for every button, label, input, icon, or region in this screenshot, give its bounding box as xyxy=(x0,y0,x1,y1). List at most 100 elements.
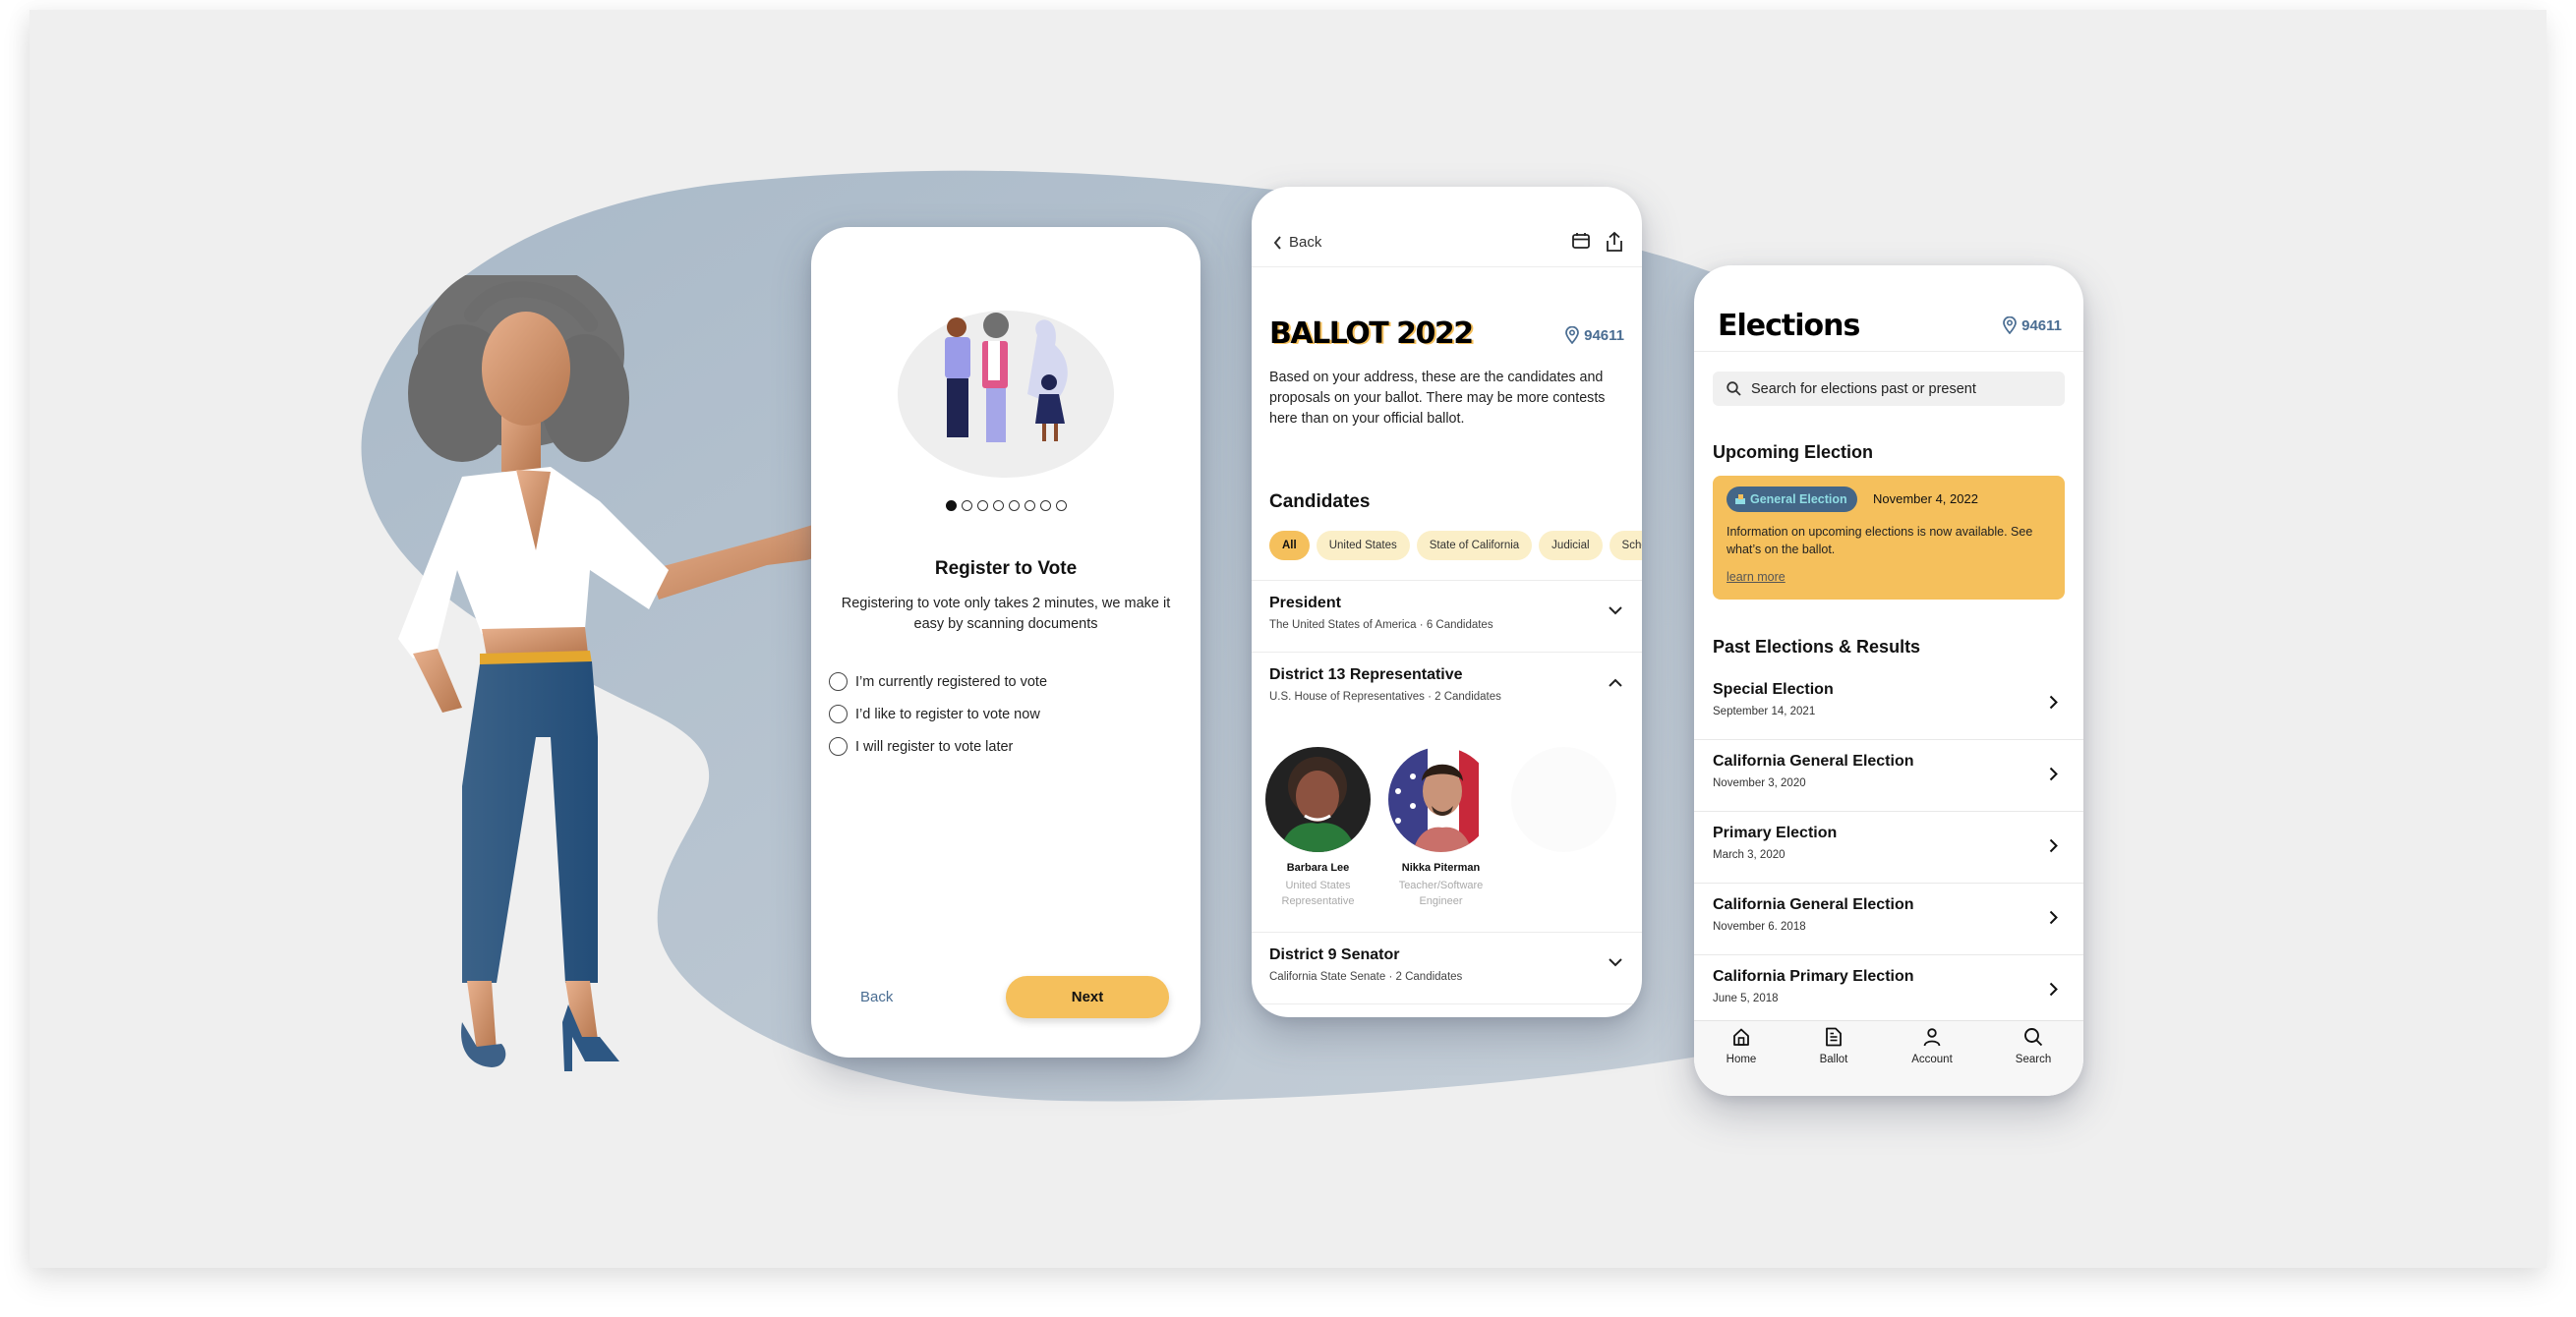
home-icon xyxy=(1733,1028,1749,1046)
register-title: Register to Vote xyxy=(934,558,1078,579)
election-title: Primary Election xyxy=(1713,825,1838,841)
past-election-row[interactable]: Special Election September 14, 2021 xyxy=(1694,668,2083,740)
past-election-row[interactable]: California General Election November 3, … xyxy=(1694,740,2083,812)
woman-illustration xyxy=(398,275,849,1071)
chevron-right-icon xyxy=(2049,767,2058,781)
carousel-dot[interactable] xyxy=(1008,500,1020,511)
elections-title: Elections xyxy=(1718,309,1860,343)
past-elections-list: Special Election September 14, 2021 Cali… xyxy=(1694,668,2083,1027)
past-election-row[interactable]: Primary Election March 3, 2020 xyxy=(1694,812,2083,884)
calendar-icon[interactable] xyxy=(1571,231,1591,251)
filter-chip-united-states[interactable]: United States xyxy=(1316,531,1410,560)
filter-chip-school[interactable]: School xyxy=(1609,531,1642,560)
candidate-card[interactable]: Nikka Piterman Teacher/Software Engineer xyxy=(1384,747,1497,909)
contest-subtitle: The United States of America · 6 Candida… xyxy=(1269,619,1493,631)
contest-row-divider xyxy=(1252,1003,1642,1017)
carousel-dot[interactable] xyxy=(1055,500,1067,511)
elections-header: Elections 94611 xyxy=(1694,265,2083,352)
tab-account[interactable]: Account xyxy=(1893,1027,1971,1065)
register-phone-screen: Register to Vote Registering to vote onl… xyxy=(811,227,1200,1058)
tab-ballot[interactable]: Ballot xyxy=(1794,1027,1873,1065)
election-date: November 3, 2020 xyxy=(1713,777,1806,789)
filter-chip-all[interactable]: All xyxy=(1269,531,1310,560)
upcoming-election-date: November 4, 2022 xyxy=(1873,491,1978,506)
election-search-field[interactable] xyxy=(1713,372,2065,406)
carousel-dot[interactable] xyxy=(992,500,1004,511)
back-link[interactable]: Back xyxy=(1273,234,1321,251)
back-button[interactable]: Back xyxy=(860,989,893,1005)
election-type-badge: General Election xyxy=(1727,487,1857,512)
contest-title: District 13 Representative xyxy=(1269,666,1463,683)
candidate-name: Barbara Lee xyxy=(1286,862,1350,874)
radio-label: I will register to vote later xyxy=(855,738,1014,755)
candidate-carousel: Barbara Lee United States Representative… xyxy=(1261,747,1620,909)
tab-home[interactable]: Home xyxy=(1702,1027,1781,1065)
past-elections-heading: Past Elections & Results xyxy=(1713,637,1921,657)
carousel-dot[interactable] xyxy=(945,500,957,511)
contest-row-district-9[interactable]: District 9 Senator California State Sena… xyxy=(1252,932,1642,1003)
election-date: September 14, 2021 xyxy=(1713,706,1816,717)
past-election-row[interactable]: California Primary Election June 5, 2018 xyxy=(1694,955,2083,1027)
carousel-dot[interactable] xyxy=(976,500,988,511)
back-label: Back xyxy=(1289,234,1322,251)
candidates-heading: Candidates xyxy=(1269,491,1371,512)
share-icon[interactable] xyxy=(1605,231,1624,253)
chevron-down-icon xyxy=(1609,958,1622,967)
carousel-dot[interactable] xyxy=(1039,500,1051,511)
radio-label: I’d like to register to vote now xyxy=(855,706,1040,722)
person-icon xyxy=(1923,1028,1941,1047)
radio-button[interactable] xyxy=(829,672,848,691)
registration-status-options: I’m currently registered to vote I’d lik… xyxy=(829,672,1047,756)
upcoming-election-text: Information on upcoming elections is now… xyxy=(1727,525,2033,556)
carousel-dots xyxy=(811,500,1200,511)
contest-title: President xyxy=(1269,595,1341,611)
carousel-dot[interactable] xyxy=(961,500,972,511)
location-pin-icon xyxy=(1565,326,1579,344)
election-title: California General Election xyxy=(1713,896,1914,913)
chevron-right-icon xyxy=(2049,838,2058,853)
chevron-right-icon xyxy=(2049,695,2058,710)
radio-button[interactable] xyxy=(829,737,848,756)
tab-label: Search xyxy=(2015,1054,2052,1065)
chevron-left-icon xyxy=(1273,235,1281,250)
register-subtitle: Registering to vote only takes 2 minutes… xyxy=(841,596,1171,632)
search-icon xyxy=(1727,381,1741,396)
radio-option-register-later[interactable]: I will register to vote later xyxy=(829,737,1047,756)
candidate-avatar xyxy=(1511,747,1616,852)
carousel-dot[interactable] xyxy=(1024,500,1035,511)
past-election-row[interactable]: California General Election November 6. … xyxy=(1694,884,2083,955)
candidate-card[interactable]: Barbara Lee United States Representative xyxy=(1261,747,1375,909)
radio-button[interactable] xyxy=(829,705,848,723)
candidate-role: United States Representative xyxy=(1281,880,1355,907)
chevron-down-icon xyxy=(1609,606,1622,615)
contest-subtitle: California State Senate · 2 Candidates xyxy=(1269,971,1463,983)
zip-code-location[interactable]: 94611 xyxy=(2002,316,2062,334)
filter-chip-judicial[interactable]: Judicial xyxy=(1539,531,1603,560)
election-title: Special Election xyxy=(1713,681,1834,698)
contest-row-district-13[interactable]: District 13 Representative U.S. House of… xyxy=(1252,652,1642,723)
upcoming-election-card[interactable]: General Election November 4, 2022 Inform… xyxy=(1713,476,2065,600)
zip-code: 94611 xyxy=(1584,326,1624,344)
candidate-avatar xyxy=(1388,747,1493,852)
tab-search[interactable]: Search xyxy=(1994,1027,2073,1065)
election-title: California Primary Election xyxy=(1713,968,1914,985)
learn-more-link[interactable]: learn more xyxy=(1727,570,1786,584)
ballot-box-icon xyxy=(1735,494,1745,504)
filter-chip-state-of-california[interactable]: State of California xyxy=(1416,531,1533,560)
next-button[interactable]: Next xyxy=(1006,976,1169,1018)
election-title: California General Election xyxy=(1713,753,1914,770)
search-input[interactable] xyxy=(1751,380,2046,397)
filter-chips: All United States State of California Ju… xyxy=(1269,531,1642,560)
bottom-tab-bar: Home Ballot Account Search xyxy=(1694,1020,2083,1096)
search-icon xyxy=(2024,1028,2043,1047)
zip-code-location[interactable]: 94611 xyxy=(1564,326,1624,344)
contest-row-president[interactable]: President The United States of America ·… xyxy=(1252,580,1642,652)
radio-option-register-now[interactable]: I’d like to register to vote now xyxy=(829,705,1047,723)
radio-option-registered[interactable]: I’m currently registered to vote xyxy=(829,672,1047,691)
candidate-name: Nikka Piterman xyxy=(1401,862,1481,874)
election-date: June 5, 2018 xyxy=(1713,993,1779,1004)
contest-title: District 9 Senator xyxy=(1269,946,1400,963)
elections-phone-screen: Elections 94611 Upcoming Election Genera… xyxy=(1694,265,2083,1096)
ballot-description: Based on your address, these are the can… xyxy=(1269,370,1606,427)
candidate-avatar xyxy=(1265,747,1371,852)
